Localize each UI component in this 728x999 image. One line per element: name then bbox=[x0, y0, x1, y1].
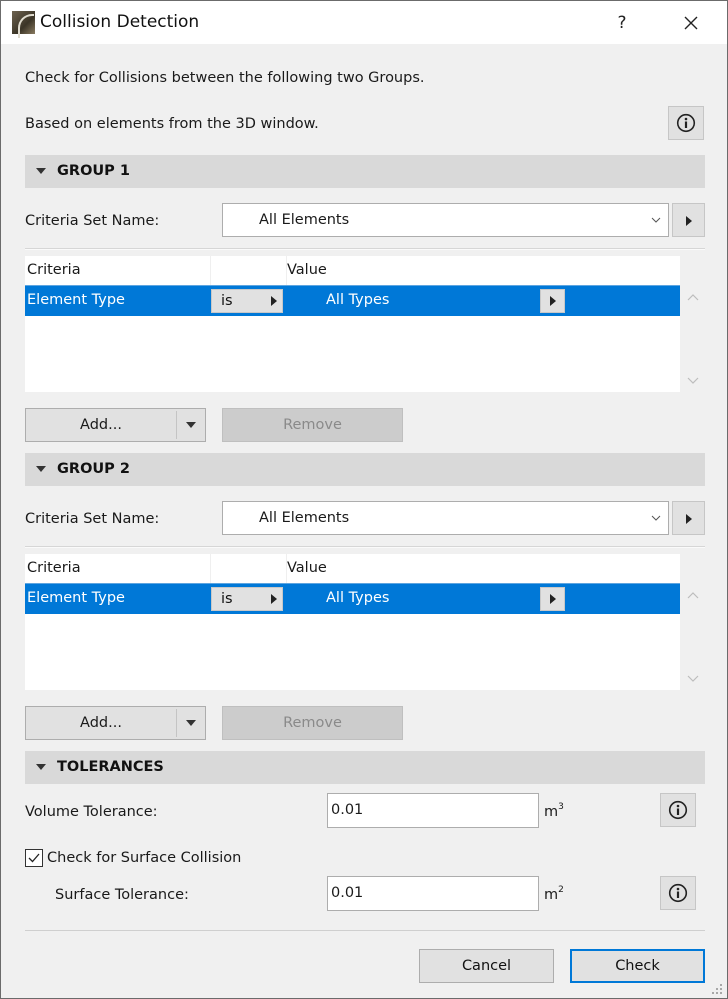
caret-down-icon bbox=[186, 720, 196, 726]
tolerances-title: TOLERANCES bbox=[57, 759, 164, 775]
scroll-up-icon[interactable] bbox=[685, 291, 701, 305]
operator-value: is bbox=[221, 293, 233, 309]
divider bbox=[25, 930, 705, 931]
resize-grip-icon[interactable] bbox=[709, 981, 725, 997]
column-divider bbox=[210, 256, 211, 285]
operator-value: is bbox=[221, 591, 233, 607]
source-text: Based on elements from the 3D window. bbox=[25, 116, 319, 132]
group1-remove-button[interactable]: Remove bbox=[222, 408, 403, 442]
scroll-down-icon[interactable] bbox=[685, 671, 701, 685]
window-title: Collision Detection bbox=[40, 12, 200, 32]
surface-tolerance-info-button[interactable] bbox=[660, 876, 696, 910]
chevron-down-icon bbox=[651, 217, 661, 223]
group1-add-dropdown-button[interactable] bbox=[177, 409, 206, 441]
group1-add-button[interactable]: Add... bbox=[26, 409, 176, 441]
column-header-criteria: Criteria bbox=[27, 262, 81, 278]
collapse-triangle-icon bbox=[36, 764, 46, 770]
check-button[interactable]: Check bbox=[570, 949, 705, 983]
group2-section-header[interactable]: GROUP 2 bbox=[25, 453, 705, 486]
divider bbox=[25, 546, 705, 548]
row-value: All Types bbox=[326, 292, 390, 308]
volume-tolerance-input[interactable]: 0.01 bbox=[327, 793, 539, 828]
group2-add-button[interactable]: Add... bbox=[26, 707, 176, 739]
unit-base: m bbox=[544, 804, 559, 820]
surface-collision-label[interactable]: Check for Surface Collision bbox=[47, 850, 241, 866]
volume-tolerance-info-button[interactable] bbox=[660, 793, 696, 827]
unit-exponent: 2 bbox=[558, 885, 564, 895]
intro-text: Check for Collisions between the followi… bbox=[25, 70, 425, 86]
row-criteria: Element Type bbox=[27, 292, 125, 308]
group2-remove-button[interactable]: Remove bbox=[222, 706, 403, 740]
value-picker-button[interactable] bbox=[540, 587, 565, 611]
source-info-button[interactable] bbox=[668, 106, 704, 140]
group1-title: GROUP 1 bbox=[57, 163, 130, 179]
title-bar: Collision Detection ? bbox=[1, 1, 727, 44]
divider bbox=[25, 248, 705, 250]
volume-tolerance-label: Volume Tolerance: bbox=[25, 804, 158, 820]
cancel-button[interactable]: Cancel bbox=[419, 949, 554, 983]
close-button[interactable] bbox=[673, 9, 709, 37]
unit-base: m bbox=[544, 887, 559, 903]
arrow-right-icon bbox=[271, 594, 277, 604]
surface-tolerance-label: Surface Tolerance: bbox=[55, 887, 189, 903]
arrow-right-icon bbox=[550, 296, 556, 306]
group1-criteria-set-dropdown[interactable]: All Elements bbox=[222, 203, 669, 237]
table-row[interactable]: Element Type is All Types bbox=[25, 285, 680, 316]
chevron-down-icon bbox=[651, 515, 661, 521]
table-header: Criteria Value bbox=[25, 256, 680, 285]
info-icon bbox=[668, 800, 688, 820]
group2-criteria-set-dropdown[interactable]: All Elements bbox=[222, 501, 669, 535]
surface-unit: m2 bbox=[544, 885, 564, 903]
volume-unit: m3 bbox=[544, 802, 564, 820]
arrow-right-icon bbox=[686, 514, 692, 524]
group2-criteria-set-label: Criteria Set Name: bbox=[25, 511, 160, 527]
operator-button[interactable]: is bbox=[211, 289, 283, 313]
help-button[interactable]: ? bbox=[607, 9, 637, 37]
arrow-right-icon bbox=[686, 216, 692, 226]
row-value: All Types bbox=[326, 590, 390, 606]
collision-detection-dialog: Collision Detection ? Check for Collisio… bbox=[0, 0, 728, 999]
operator-button[interactable]: is bbox=[211, 587, 283, 611]
collapse-triangle-icon bbox=[36, 466, 46, 472]
collapse-triangle-icon bbox=[36, 168, 46, 174]
scroll-down-icon[interactable] bbox=[685, 373, 701, 387]
column-header-criteria: Criteria bbox=[27, 560, 81, 576]
group1-add-split-button: Add... bbox=[25, 408, 206, 442]
checkmark-icon bbox=[28, 853, 40, 863]
arrow-right-icon bbox=[271, 296, 277, 306]
group2-criteria-set-value: All Elements bbox=[259, 510, 350, 526]
surface-collision-checkbox[interactable] bbox=[25, 849, 43, 867]
column-divider bbox=[210, 554, 211, 583]
group1-criteria-table: Criteria Value Element Type is All Types bbox=[25, 256, 680, 392]
group2-criteria-set-menu-button[interactable] bbox=[672, 501, 705, 535]
group2-title: GROUP 2 bbox=[57, 461, 130, 477]
group1-criteria-set-menu-button[interactable] bbox=[672, 203, 705, 237]
info-icon bbox=[676, 113, 696, 133]
surface-tolerance-input[interactable]: 0.01 bbox=[327, 876, 539, 911]
arrow-right-icon bbox=[550, 594, 556, 604]
info-icon bbox=[668, 883, 688, 903]
column-header-value: Value bbox=[287, 262, 327, 278]
group2-add-split-button: Add... bbox=[25, 706, 206, 740]
column-header-value: Value bbox=[287, 560, 327, 576]
unit-exponent: 3 bbox=[558, 802, 564, 812]
value-picker-button[interactable] bbox=[540, 289, 565, 313]
group2-add-dropdown-button[interactable] bbox=[177, 707, 206, 739]
group2-criteria-table: Criteria Value Element Type is All Types bbox=[25, 554, 680, 690]
table-header: Criteria Value bbox=[25, 554, 680, 583]
table-row[interactable]: Element Type is All Types bbox=[25, 583, 680, 614]
row-criteria: Element Type bbox=[27, 590, 125, 606]
app-icon bbox=[12, 11, 35, 38]
group1-criteria-set-value: All Elements bbox=[259, 212, 350, 228]
scroll-up-icon[interactable] bbox=[685, 589, 701, 603]
close-icon bbox=[684, 16, 698, 30]
tolerances-section-header[interactable]: TOLERANCES bbox=[25, 751, 705, 784]
group1-section-header[interactable]: GROUP 1 bbox=[25, 155, 705, 188]
caret-down-icon bbox=[186, 422, 196, 428]
group1-criteria-set-label: Criteria Set Name: bbox=[25, 213, 160, 229]
